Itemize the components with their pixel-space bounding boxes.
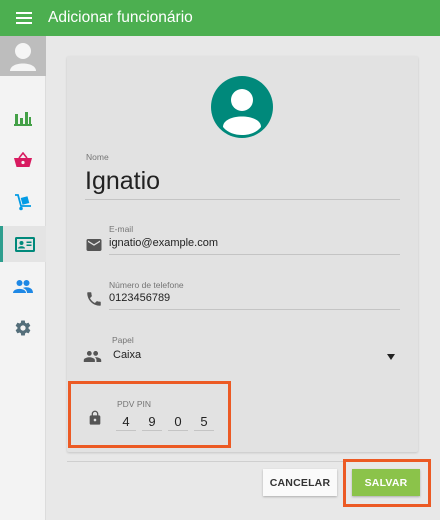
sidebar-item-reports[interactable] [0,100,46,136]
app-bar: Adicionar funcionário [0,0,440,36]
save-button[interactable]: SALVAR [352,469,420,496]
bar-chart-icon [14,112,32,126]
sidebar-item-employees[interactable] [0,226,46,262]
email-underline [109,254,400,255]
phone-field[interactable]: 0123456789 [109,292,170,304]
name-label: Nome [86,152,109,162]
cancel-button[interactable]: CANCELAR [263,469,337,496]
email-icon [86,239,102,251]
people-icon [83,350,102,363]
sidebar-item-inventory[interactable] [0,184,46,220]
sidebar-item-settings[interactable] [0,310,46,346]
phone-icon [87,292,101,306]
sidebar-item-customers[interactable] [0,268,46,304]
id-card-icon [14,236,35,252]
pin-highlight-frame [68,381,231,448]
sidebar-item-sales[interactable] [0,142,46,178]
phone-underline [109,309,400,310]
role-label: Papel [112,335,134,345]
people-icon [13,280,33,293]
sidebar [0,36,46,520]
phone-label: Número de telefone [109,280,184,290]
name-underline [85,199,400,200]
menu-icon[interactable] [0,0,48,36]
employee-avatar[interactable] [211,76,273,138]
user-avatar[interactable] [0,36,46,76]
role-select[interactable]: Caixa [113,349,141,361]
person-icon [223,89,261,135]
email-label: E-mail [109,224,134,234]
basket-icon [14,152,32,167]
email-field[interactable]: ignatio@example.com [109,237,218,249]
hand-truck-icon [15,194,31,211]
dropdown-arrow-icon[interactable] [387,354,395,360]
gear-icon [15,320,31,336]
name-field[interactable]: Ignatio [85,166,160,196]
page-title: Adicionar funcionário [48,9,193,26]
